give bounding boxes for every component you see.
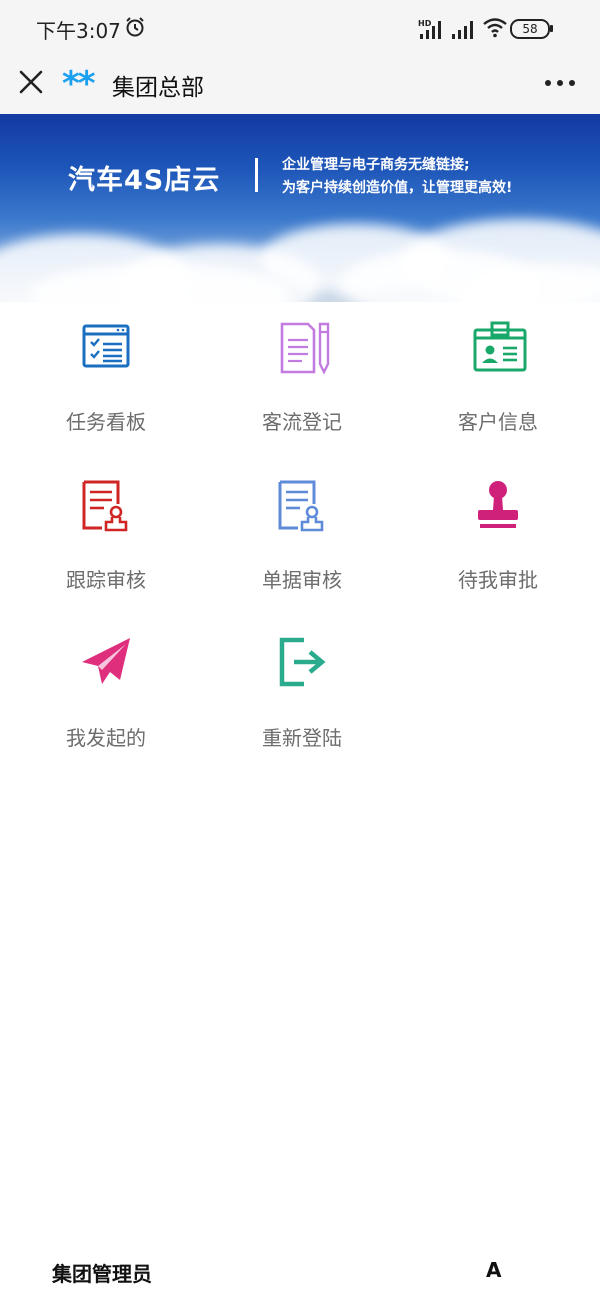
user-initial-label: A [486, 1258, 502, 1282]
menu-item-document-review[interactable]: 单据审核 [204, 460, 400, 610]
title-bar: ** 集团总部 [0, 56, 600, 114]
menu-item-track-review[interactable]: 跟踪审核 [8, 460, 204, 610]
title-stars: ** [62, 64, 96, 104]
banner-slogan-line1: 企业管理与电子商务无缝链接; [282, 157, 470, 173]
banner: 汽车4S店云 企业管理与电子商务无缝链接; 为客户持续创造价值，让管理更高效! [0, 114, 600, 302]
signal-hd-icon: HD [418, 19, 441, 39]
menu-item-task-board[interactable]: 任务看板 [8, 302, 204, 452]
menu-item-label: 跟踪审核 [66, 568, 146, 592]
menu-item-label: 单据审核 [262, 568, 342, 592]
alarm-icon [126, 17, 144, 37]
task-board-icon [82, 324, 130, 368]
stamp-document-icon [278, 480, 324, 532]
stamp-document-icon [82, 480, 128, 532]
signal-icon [452, 21, 473, 39]
menu-item-label: 客流登记 [262, 410, 342, 434]
user-role-label: 集团管理员 [52, 1262, 152, 1286]
more-options-icon[interactable] [544, 79, 576, 87]
logout-icon [279, 637, 326, 687]
banner-title: 汽车4S店云 [68, 165, 221, 196]
menu-item-initiated-by-me[interactable]: 我发起的 [8, 618, 204, 768]
banner-slogan-line2: 为客户持续创造价值，让管理更高效! [282, 180, 513, 196]
battery-tip [550, 25, 553, 32]
page-title: 集团总部 [112, 75, 204, 101]
register-document-icon [280, 322, 330, 375]
wifi-icon [483, 18, 507, 38]
hd-label: HD [418, 19, 432, 28]
id-card-icon [473, 321, 527, 372]
menu-item-customer-info[interactable]: 客户信息 [400, 302, 596, 452]
menu-item-label: 重新登陆 [262, 726, 342, 750]
banner-divider [255, 158, 258, 192]
status-indicators: HD 58 [414, 14, 564, 42]
close-icon[interactable] [18, 69, 44, 95]
menu-item-pending-approval[interactable]: 待我审批 [400, 460, 596, 610]
menu-item-relogin[interactable]: 重新登陆 [204, 618, 400, 768]
stamp-icon [478, 481, 518, 528]
menu-item-label: 我发起的 [66, 726, 146, 750]
status-bar: 下午3:07 HD 58 [0, 0, 600, 56]
menu-item-label: 任务看板 [66, 410, 146, 434]
menu-item-label: 待我审批 [458, 568, 538, 592]
menu-item-visitor-register[interactable]: 客流登记 [204, 302, 400, 452]
status-time: 下午3:07 [36, 19, 121, 43]
menu-item-label: 客户信息 [458, 410, 538, 434]
battery-indicator: 58 [510, 19, 550, 39]
paper-plane-icon [82, 638, 130, 684]
